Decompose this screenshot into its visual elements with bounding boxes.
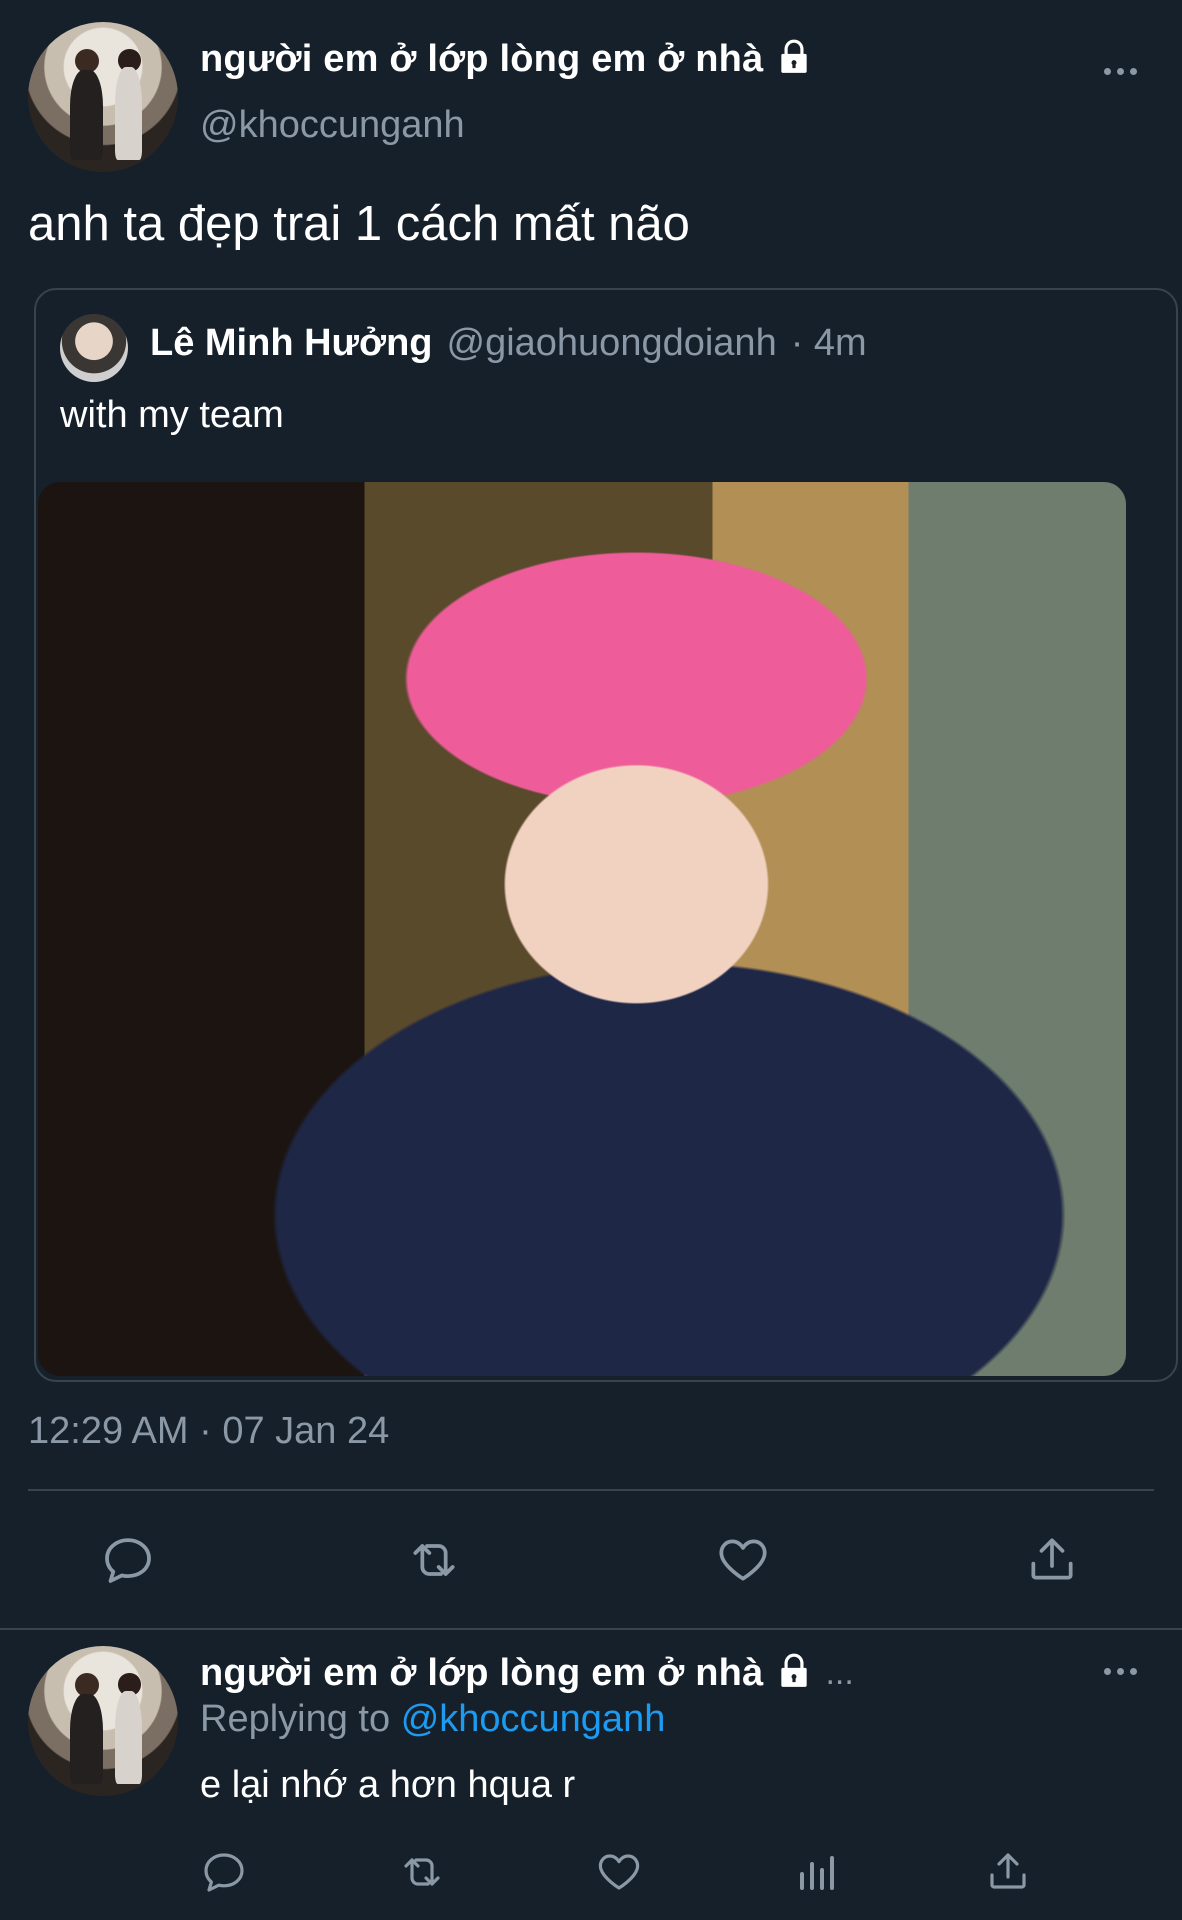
quoted-display-name[interactable]: Lê Minh Hưởng: [150, 322, 433, 365]
like-icon[interactable]: [594, 1848, 644, 1896]
quoted-text: with my team: [60, 394, 284, 436]
share-icon[interactable]: [984, 1846, 1032, 1896]
author-display-name[interactable]: người em ở lớp lòng em ở nhà: [200, 38, 763, 81]
retweet-icon[interactable]: [404, 1532, 464, 1588]
quoted-handle[interactable]: @giaohuongdoianh: [447, 322, 777, 365]
quoted-author-avatar: [60, 314, 128, 382]
author-handle[interactable]: @khoccunganh: [200, 104, 465, 147]
tweet-text: anh ta đẹp trai 1 cách mất não: [28, 197, 690, 251]
replying-to-label: Replying to: [200, 1698, 391, 1740]
replying-to-handle[interactable]: @khoccunganh: [401, 1698, 666, 1740]
reply-icon[interactable]: [100, 1532, 156, 1588]
lock-icon: [775, 38, 813, 81]
reply-display-name[interactable]: người em ở lớp lòng em ở nhà: [200, 1652, 763, 1695]
share-icon[interactable]: [1024, 1530, 1080, 1588]
reply-icon[interactable]: [200, 1848, 248, 1896]
lock-icon: [775, 1652, 813, 1695]
views-icon[interactable]: [792, 1848, 840, 1896]
retweet-icon[interactable]: [396, 1848, 448, 1896]
author-avatar[interactable]: [28, 22, 178, 172]
more-options-icon[interactable]: [1104, 1668, 1137, 1675]
like-icon[interactable]: [714, 1532, 772, 1588]
more-options-icon[interactable]: [1104, 68, 1137, 75]
quoted-photo[interactable]: [38, 482, 1126, 1376]
quoted-age: · 4m: [790, 322, 867, 364]
divider: [28, 1489, 1154, 1491]
reply-text: e lại nhớ a hơn hqua r: [200, 1764, 576, 1806]
reply-author-avatar[interactable]: [28, 1646, 178, 1796]
name-truncation: ...: [825, 1654, 854, 1692]
divider: [0, 1628, 1182, 1630]
tweet-timestamp[interactable]: 12:29 AM · 07 Jan 24: [28, 1410, 389, 1453]
